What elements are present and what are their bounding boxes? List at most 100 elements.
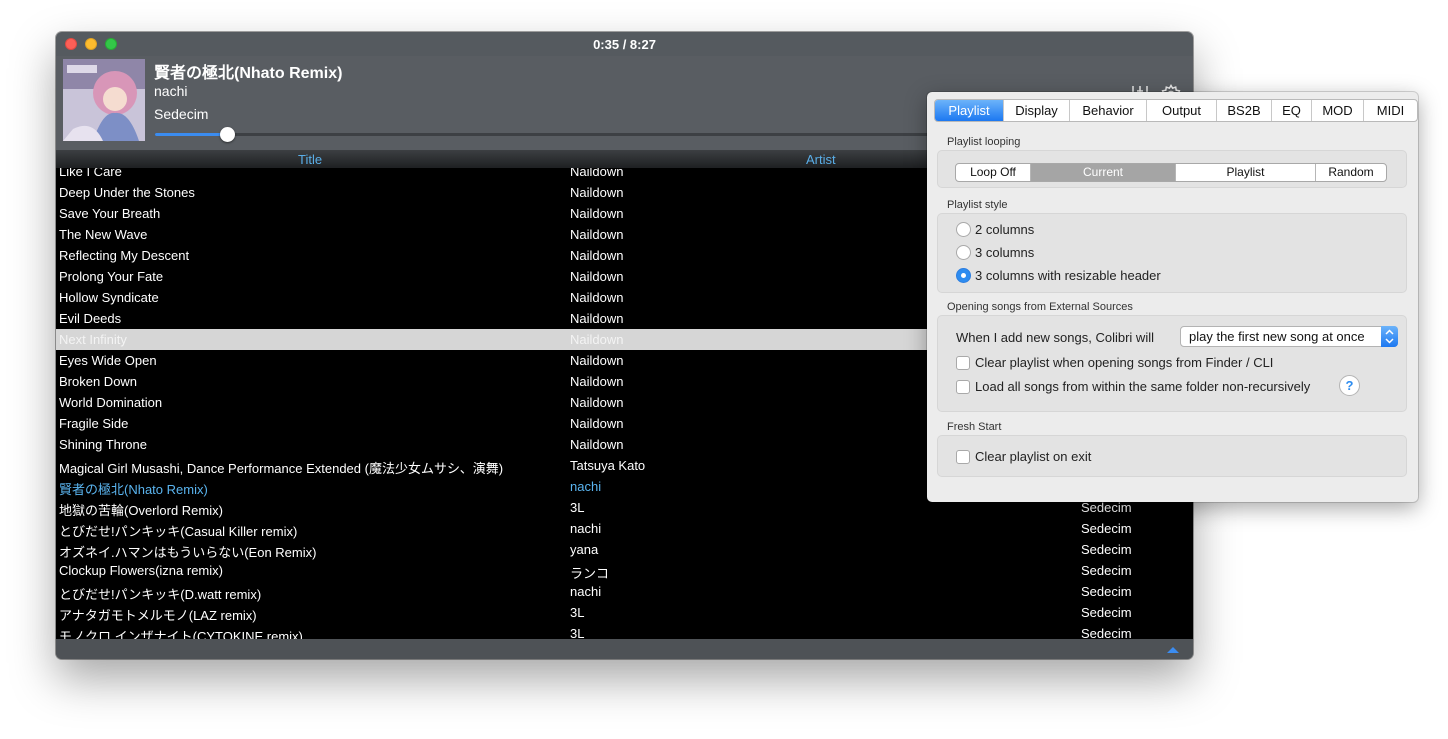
style-radio[interactable] xyxy=(956,245,971,261)
column-title-header[interactable]: Title xyxy=(298,152,322,167)
row-artist: 3L xyxy=(570,626,585,639)
looping-section-label: Playlist looping xyxy=(947,136,1021,148)
loop-option-random[interactable]: Random xyxy=(1315,164,1386,181)
row-artist: Tatsuya Kato xyxy=(570,458,646,473)
preferences-tabs: Playlist Display Behavior Output BS2B EQ MOD MI… xyxy=(934,99,1418,122)
select-stepper-icon xyxy=(1381,326,1398,347)
clear-on-exit-checkbox[interactable] xyxy=(956,449,970,464)
style-section: 2 columns 3 columns 3 columns with resizab… xyxy=(937,213,1407,293)
album-art xyxy=(63,59,145,141)
loop-option-current[interactable]: Current xyxy=(1030,164,1175,181)
scroll-up-arrow-icon[interactable] xyxy=(1167,647,1179,653)
row-artist: Naildown xyxy=(570,353,624,368)
load-folder-option[interactable]: Load all songs from within the same fold… xyxy=(956,378,1310,396)
row-artist: Naildown xyxy=(570,395,624,410)
tab-behavior[interactable]: Behavior xyxy=(1069,100,1146,121)
load-folder-label: Load all songs from within the same fold… xyxy=(975,379,1311,394)
clear-on-open-label: Clear playlist when opening songs from F… xyxy=(975,355,1274,370)
title-bar: 0:35 / 8:27 xyxy=(56,32,1193,56)
loop-option-playlist[interactable]: Playlist xyxy=(1175,164,1315,181)
row-artist: yana xyxy=(570,542,599,557)
style-option[interactable]: 3 columns xyxy=(956,244,1034,262)
seek-knob[interactable] xyxy=(219,127,235,142)
row-title: Evil Deeds xyxy=(59,311,122,326)
loop-option-loop-off[interactable]: Loop Off xyxy=(956,164,1030,181)
row-title: Save Your Breath xyxy=(59,206,161,221)
track-title: 賢者の極北(Nhato Remix) xyxy=(154,65,343,82)
clear-on-open-option[interactable]: Clear playlist when opening songs from F… xyxy=(956,354,1273,372)
table-row[interactable]: オズネイ.ハマンはもういらない(Eon Remix) yana Sedecim xyxy=(56,539,1193,560)
row-title: Next Infinity xyxy=(59,332,127,347)
clear-on-exit-label: Clear playlist on exit xyxy=(975,449,1092,464)
row-title: Broken Down xyxy=(59,374,138,389)
row-artist: Naildown xyxy=(570,290,624,305)
tab-bs2b[interactable]: BS2B xyxy=(1216,100,1271,121)
help-button[interactable]: ? xyxy=(1339,375,1360,396)
row-artist: nachi xyxy=(570,479,602,494)
tab-midi[interactable]: MIDI xyxy=(1363,100,1417,121)
load-folder-checkbox[interactable] xyxy=(956,379,970,394)
seek-progress-fill xyxy=(155,133,227,136)
row-artist: 3L xyxy=(570,605,585,620)
style-option[interactable]: 3 columns with resizable header xyxy=(956,267,1161,285)
clear-on-exit-option[interactable]: Clear playlist on exit xyxy=(956,448,1091,466)
row-title: Fragile Side xyxy=(59,416,129,431)
row-title: Hollow Syndicate xyxy=(59,290,159,305)
style-option-label: 2 columns xyxy=(975,222,1035,237)
table-row[interactable]: Clockup Flowers(izna remix) ランコ Sedecim xyxy=(56,560,1193,581)
tab-mod[interactable]: MOD xyxy=(1311,100,1363,121)
tab-eq[interactable]: EQ xyxy=(1271,100,1311,121)
playback-time: 0:35 / 8:27 xyxy=(593,37,656,52)
preferences-popover: Playlist Display Behavior Output BS2B EQ MOD MI… xyxy=(927,92,1418,502)
row-album: Sedecim xyxy=(1081,500,1132,515)
fresh-start-section: Clear playlist on exit xyxy=(937,435,1407,477)
row-title: モノクロ.インザナイト(CYTOKINE remix) xyxy=(59,629,303,639)
track-album: Sedecim xyxy=(154,106,209,122)
row-album: Sedecim xyxy=(1081,605,1132,620)
add-songs-select[interactable]: play the first new song at once xyxy=(1180,326,1398,347)
style-option-label: 3 columns xyxy=(975,245,1035,260)
table-row[interactable]: とびだせ!パンキッキ(D.watt remix) nachi Sedecim xyxy=(56,581,1193,602)
row-artist: Naildown xyxy=(570,206,624,221)
tab-playlist[interactable]: Playlist xyxy=(935,100,1003,121)
table-row[interactable]: モノクロ.インザナイト(CYTOKINE remix) 3L Sedecim xyxy=(56,623,1193,639)
row-artist: nachi xyxy=(570,584,602,599)
style-option[interactable]: 2 columns xyxy=(956,221,1034,239)
row-album: Sedecim xyxy=(1081,563,1132,578)
looping-section: Loop Off Current Playlist Random xyxy=(937,150,1407,188)
row-album: Sedecim xyxy=(1081,542,1132,557)
clear-on-open-checkbox[interactable] xyxy=(956,355,970,370)
row-artist: Naildown xyxy=(570,374,624,389)
row-artist: Naildown xyxy=(570,311,624,326)
table-row[interactable]: アナタガモトメルモノ(LAZ remix) 3L Sedecim xyxy=(56,602,1193,623)
row-artist: ランコ xyxy=(570,566,610,581)
style-radio[interactable] xyxy=(956,268,971,284)
row-artist: Naildown xyxy=(570,248,624,263)
style-radio[interactable] xyxy=(956,222,971,238)
style-option-label: 3 columns with resizable header xyxy=(975,268,1161,283)
row-artist: Naildown xyxy=(570,416,624,431)
row-title: World Domination xyxy=(59,395,163,410)
add-songs-select-value: play the first new song at once xyxy=(1189,329,1365,344)
tab-display[interactable]: Display xyxy=(1003,100,1069,121)
row-artist: Naildown xyxy=(570,168,624,179)
row-title: Magical Girl Musashi, Dance Performance … xyxy=(59,461,504,476)
row-title: Deep Under the Stones xyxy=(59,185,195,200)
row-artist: Naildown xyxy=(570,332,624,347)
row-title: Reflecting My Descent xyxy=(59,248,190,263)
tab-output[interactable]: Output xyxy=(1146,100,1216,121)
external-section-label: Opening songs from External Sources xyxy=(947,301,1133,313)
track-artist: nachi xyxy=(154,83,188,99)
style-section-label: Playlist style xyxy=(947,199,1008,211)
row-title: とびだせ!パンキッキ(D.watt remix) xyxy=(59,587,262,602)
column-artist-header[interactable]: Artist xyxy=(806,152,836,167)
row-artist: Naildown xyxy=(570,185,624,200)
external-section: When I add new songs, Colibri will play … xyxy=(937,315,1407,412)
playlist-footer xyxy=(56,639,1193,659)
add-songs-label: When I add new songs, Colibri will xyxy=(956,330,1154,345)
row-artist: Naildown xyxy=(570,227,624,242)
row-title: オズネイ.ハマンはもういらない(Eon Remix) xyxy=(59,545,317,560)
table-row[interactable]: とびだせ!パンキッキ(Casual Killer remix) nachi Sede… xyxy=(56,518,1193,539)
row-title: 賢者の極北(Nhato Remix) xyxy=(59,482,208,497)
row-title: アナタガモトメルモノ(LAZ remix) xyxy=(59,608,257,623)
